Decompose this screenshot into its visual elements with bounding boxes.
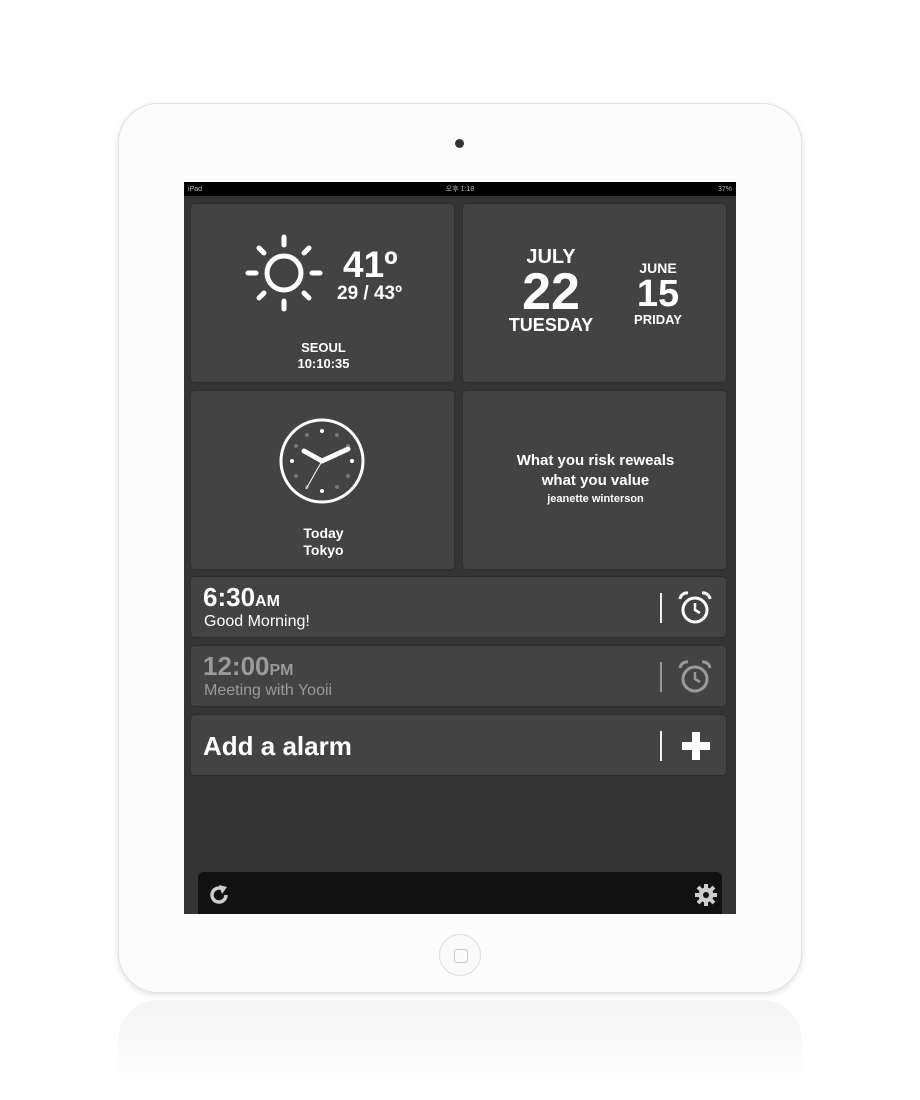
sun-icon	[245, 234, 323, 312]
refresh-icon[interactable]	[208, 884, 230, 906]
alarm-clock-icon[interactable]	[677, 659, 713, 695]
analog-clock-icon	[279, 418, 365, 504]
primary-date: JULY 22 TUESDAY	[491, 246, 611, 336]
camera	[455, 139, 464, 148]
screen: iPad 오후 1:18 37% 41º 29 / 43º SEOUL 10:1…	[184, 182, 736, 914]
secondary-weekday: PRIDAY	[634, 312, 682, 327]
alarm-time-value: 12:00	[203, 651, 270, 681]
alarm-time-value: 6:30	[203, 582, 256, 612]
alarm-label: Meeting with Yooii	[204, 682, 333, 699]
clock-city: Tokyo	[303, 542, 344, 558]
quote-tile[interactable]: What you risk reweals what you value jea…	[462, 390, 727, 570]
alarm-ampm: AM	[255, 593, 280, 610]
temp-range: 29 / 43º	[337, 283, 403, 304]
add-alarm-button[interactable]: Add a alarm	[190, 714, 727, 776]
alarm-clock-icon[interactable]	[677, 590, 713, 626]
quote-author: jeanette winterson	[547, 493, 644, 505]
device-reflection	[118, 1000, 802, 1090]
quote-line-1: What you risk reweals	[516, 452, 675, 469]
alarm-time: 12:00PM	[203, 651, 294, 682]
calendar-tile[interactable]: JULY 22 TUESDAY JUNE 15 PRIDAY	[462, 203, 727, 383]
primary-day: 22	[522, 263, 580, 321]
clock-day: Today	[303, 525, 344, 541]
status-time: 오후 1:18	[445, 186, 475, 193]
secondary-date: JUNE 15 PRIDAY	[618, 260, 698, 327]
battery: 37%	[717, 185, 732, 193]
status-bar: iPad 오후 1:18 37%	[184, 182, 736, 196]
alarm-item[interactable]: 12:00PM Meeting with Yooii	[190, 645, 727, 707]
quote-line-2: what you value	[541, 472, 650, 489]
divider	[660, 731, 662, 761]
city: SEOUL	[301, 340, 346, 355]
alarm-item[interactable]: 6:30AM Good Morning!	[190, 576, 727, 638]
settings-gear-icon[interactable]	[694, 883, 718, 907]
city-time: 10:10:35	[297, 356, 350, 371]
divider	[660, 662, 662, 692]
device-name: iPad	[188, 185, 203, 193]
alarm-time: 6:30AM	[203, 582, 280, 613]
alarm-label: Good Morning!	[204, 613, 310, 630]
alarm-ampm: PM	[269, 662, 294, 679]
weather-tile[interactable]: 41º 29 / 43º SEOUL 10:10:35	[190, 203, 455, 383]
secondary-day: 15	[636, 273, 680, 315]
plus-icon[interactable]	[682, 732, 710, 760]
home-button[interactable]	[439, 934, 481, 976]
add-alarm-label: Add a alarm	[203, 731, 352, 761]
primary-weekday: TUESDAY	[508, 315, 594, 335]
current-temp: 41º	[343, 244, 398, 285]
divider	[660, 593, 662, 623]
bottom-toolbar	[198, 872, 722, 914]
world-clock-tile[interactable]: Today Tokyo	[190, 390, 455, 570]
